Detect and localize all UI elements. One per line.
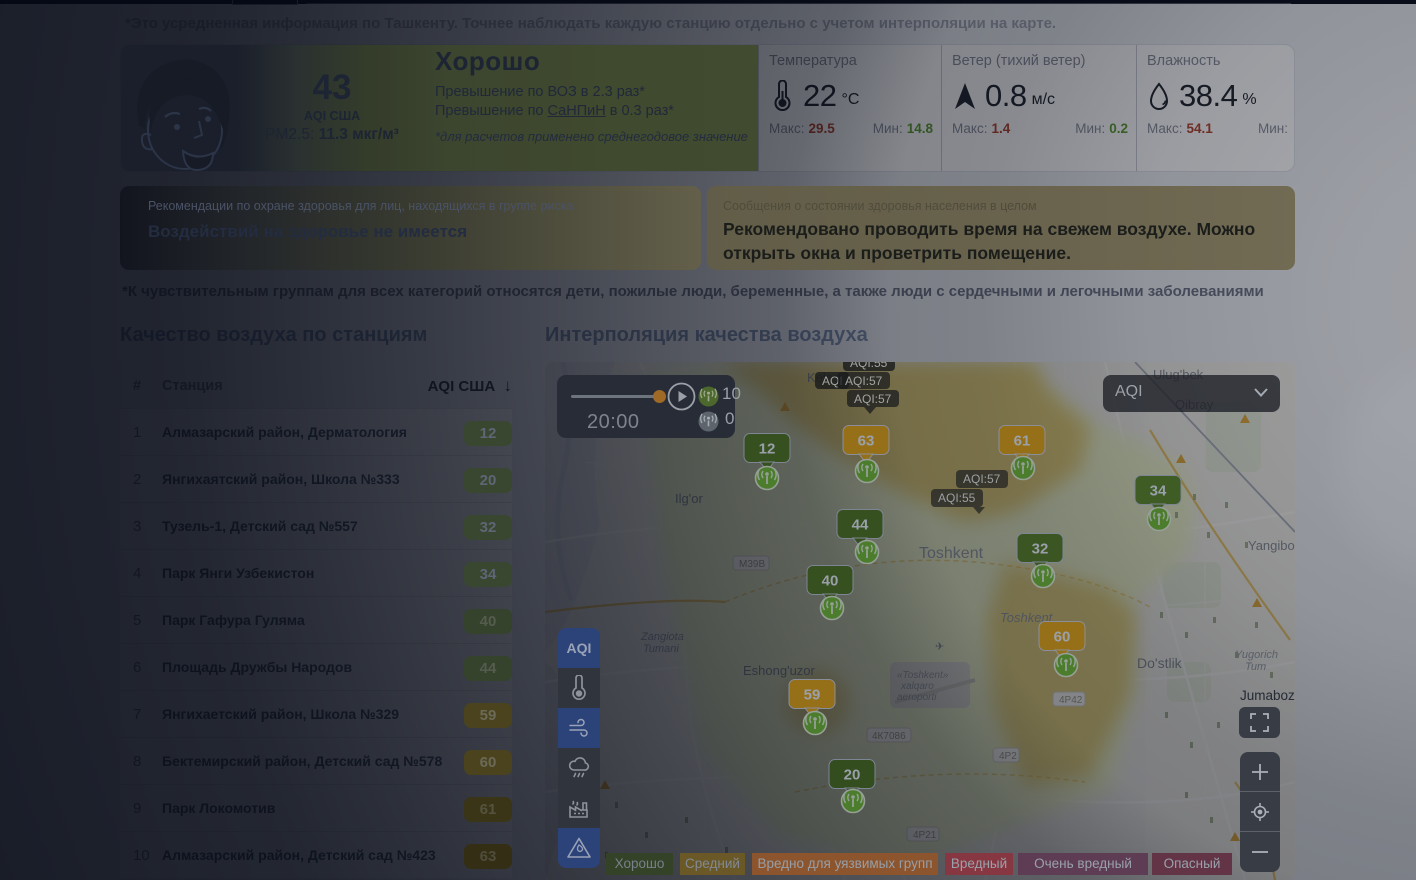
svg-text:4Р42: 4Р42: [1059, 695, 1083, 706]
svg-text:4К7086: 4К7086: [872, 731, 906, 742]
svg-text:«Toshkent»: «Toshkent»: [897, 670, 949, 681]
svg-text:Qibray: Qibray: [1175, 397, 1214, 412]
svg-text:✈: ✈: [1017, 549, 1026, 561]
svg-text:xalqaro: xalqaro: [900, 681, 934, 692]
svg-text:aeroporti: aeroporti: [897, 692, 937, 703]
svg-text:Toshkent: Toshkent: [919, 545, 984, 562]
svg-text:Jumabozor: Jumabozor: [1240, 688, 1295, 703]
svg-text:Keles: Keles: [807, 370, 840, 385]
svg-text:Tum: Tum: [1245, 661, 1266, 673]
svg-text:Toshkent: Toshkent: [1000, 610, 1054, 625]
svg-text:✈: ✈: [935, 641, 944, 653]
svg-text:Ilg'or: Ilg'or: [675, 491, 703, 506]
svg-text:Yugorich: Yugorich: [1235, 649, 1278, 661]
svg-text:M39B: M39B: [739, 559, 765, 570]
svg-text:4Р21: 4Р21: [913, 830, 937, 841]
svg-text:Zangiota: Zangiota: [640, 631, 684, 643]
svg-text:Do'stlik: Do'stlik: [1137, 655, 1183, 671]
svg-text:Eshong'uzor: Eshong'uzor: [743, 663, 816, 678]
svg-text:Ulug'bek: Ulug'bek: [1153, 367, 1204, 382]
svg-text:Yangibo: Yangibo: [1248, 538, 1295, 553]
svg-text:Tumani: Tumani: [643, 643, 679, 655]
svg-text:4Р2: 4Р2: [999, 751, 1017, 762]
